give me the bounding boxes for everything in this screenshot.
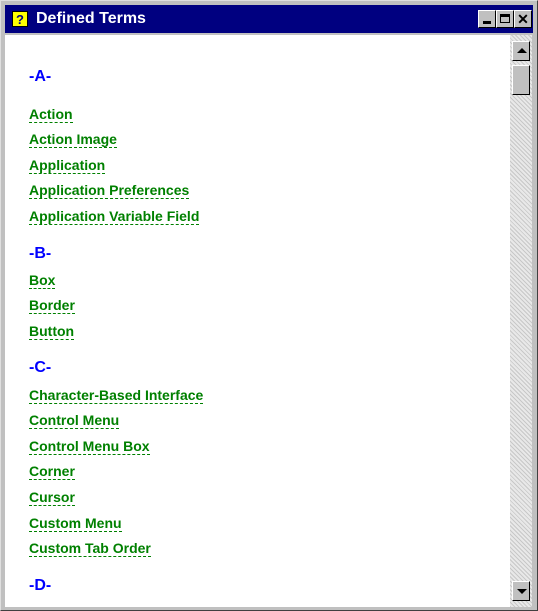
term-link[interactable]: Application Variable Field: [29, 208, 200, 225]
scroll-up-button[interactable]: [512, 41, 530, 61]
maximize-icon: [500, 14, 510, 23]
arrow-up-icon: [517, 48, 527, 53]
term-link[interactable]: Cursor: [29, 489, 75, 506]
term-link[interactable]: Character-Based Interface: [29, 387, 204, 404]
help-icon: ?: [12, 11, 28, 27]
scroll-down-button[interactable]: [512, 581, 530, 601]
term-link[interactable]: Custom Menu: [29, 515, 122, 532]
term-link[interactable]: Application: [29, 157, 106, 174]
term-link[interactable]: Corner: [29, 463, 75, 480]
section-header-c: -C-: [29, 359, 52, 376]
term-link[interactable]: Control Menu Box: [29, 438, 150, 455]
terms-list: -A- Action Action Image Application Appl…: [5, 35, 510, 607]
title-bar[interactable]: ? Defined Terms ✕: [5, 5, 533, 33]
term-link[interactable]: Action: [29, 106, 73, 123]
defined-terms-window: ? Defined Terms ✕ -A- Action Action Imag…: [0, 0, 538, 611]
close-icon: ✕: [517, 11, 529, 27]
minimize-button[interactable]: [478, 10, 496, 28]
minimize-icon: [483, 21, 491, 24]
maximize-button[interactable]: [496, 10, 514, 28]
term-link[interactable]: Action Image: [29, 131, 117, 148]
term-link[interactable]: Border: [29, 297, 75, 314]
term-link[interactable]: Custom Tab Order: [29, 540, 151, 557]
arrow-down-icon: [517, 589, 527, 594]
vertical-scrollbar[interactable]: [510, 35, 532, 607]
section-header-b: -B-: [29, 245, 52, 262]
term-link[interactable]: Application Preferences: [29, 182, 190, 199]
scroll-thumb[interactable]: [512, 65, 530, 95]
section-header-d: -D-: [29, 577, 52, 594]
term-link[interactable]: Box: [29, 272, 56, 289]
close-button[interactable]: ✕: [514, 10, 532, 28]
term-link[interactable]: Button: [29, 323, 75, 340]
section-header-a: -A-: [29, 68, 52, 85]
window-title: Defined Terms: [36, 10, 146, 27]
term-link[interactable]: Control Menu: [29, 412, 120, 429]
